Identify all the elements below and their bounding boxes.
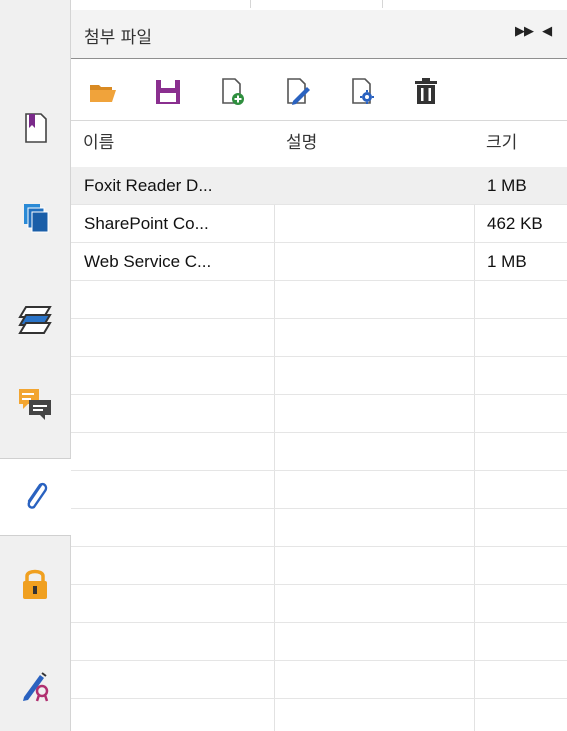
file-settings-icon [348, 78, 378, 111]
column-header-name[interactable]: 이름 [71, 121, 274, 167]
sidebar-item-signatures[interactable] [0, 650, 70, 726]
file-size-cell: 462 KB [487, 214, 543, 233]
delete-attachment-button[interactable] [411, 77, 441, 107]
pages-icon [20, 112, 50, 148]
file-name-cell: Web Service C... [84, 252, 212, 271]
add-file-icon [218, 78, 248, 111]
empty-row [71, 395, 567, 433]
table-body: Foxit Reader D... 1 MB SharePoint Co... 462… [71, 167, 567, 699]
double-arrow-right-icon[interactable]: ▶▶ [515, 24, 534, 39]
attachments-toolbar [71, 58, 567, 121]
empty-row [71, 281, 567, 319]
left-navigation-sidebar [0, 0, 71, 731]
empty-row [71, 509, 567, 547]
attachment-properties-button[interactable] [348, 77, 378, 107]
column-header-size[interactable]: 크기 [474, 121, 567, 167]
table-header: 이름 설명 크기 [71, 120, 567, 168]
table-row[interactable]: Web Service C... 1 MB [71, 243, 567, 281]
file-name-cell: SharePoint Co... [84, 214, 209, 233]
empty-row [71, 661, 567, 699]
sidebar-item-pages[interactable] [0, 92, 70, 168]
attachments-icon [21, 477, 51, 517]
sidebar-item-layers[interactable] [0, 284, 70, 360]
empty-row [71, 585, 567, 623]
top-strip [0, 0, 567, 10]
panel-title: 첨부 파일 [84, 28, 152, 48]
column-header-description[interactable]: 설명 [274, 121, 474, 167]
file-name-cell: Foxit Reader D... [84, 176, 213, 195]
security-lock-icon [18, 566, 52, 606]
file-description-cell [274, 167, 474, 204]
sidebar-item-comments[interactable] [0, 368, 70, 444]
file-description-cell [274, 243, 474, 280]
save-attachment-button[interactable] [153, 77, 183, 107]
file-size-cell: 1 MB [487, 252, 527, 271]
attachments-panel-header: 첨부 파일 ▶▶ ◀ [71, 10, 567, 58]
file-description-cell [274, 205, 474, 242]
table-row[interactable]: Foxit Reader D... 1 MB [71, 167, 567, 205]
thumbnails-icon [20, 202, 50, 238]
add-attachment-button[interactable] [218, 77, 248, 107]
signatures-icon [18, 669, 52, 707]
top-strip-segment [382, 0, 383, 8]
sidebar-item-thumbnails[interactable] [0, 182, 70, 258]
panel-collapse-arrows[interactable]: ▶▶ ◀ [515, 24, 552, 39]
open-folder-icon [88, 85, 118, 111]
edit-file-icon [283, 78, 313, 111]
save-icon [153, 80, 183, 111]
attachments-table: 이름 설명 크기 Foxit Reader D... 1 MB SharePoint… [71, 120, 567, 731]
empty-row [71, 623, 567, 661]
empty-row [71, 471, 567, 509]
empty-row [71, 357, 567, 395]
empty-row [71, 547, 567, 585]
table-row[interactable]: SharePoint Co... 462 KB [71, 205, 567, 243]
top-strip-segment [250, 0, 381, 8]
edit-attachment-button[interactable] [283, 77, 313, 107]
empty-row [71, 319, 567, 357]
delete-icon [411, 78, 441, 111]
sidebar-item-security[interactable] [0, 548, 70, 624]
arrow-left-icon[interactable]: ◀ [542, 24, 552, 39]
layers-icon [16, 303, 54, 341]
open-attachment-button[interactable] [88, 77, 118, 107]
comments-icon [17, 387, 53, 425]
empty-row [71, 433, 567, 471]
file-size-cell: 1 MB [487, 176, 527, 195]
sidebar-item-attachments[interactable] [0, 458, 71, 536]
